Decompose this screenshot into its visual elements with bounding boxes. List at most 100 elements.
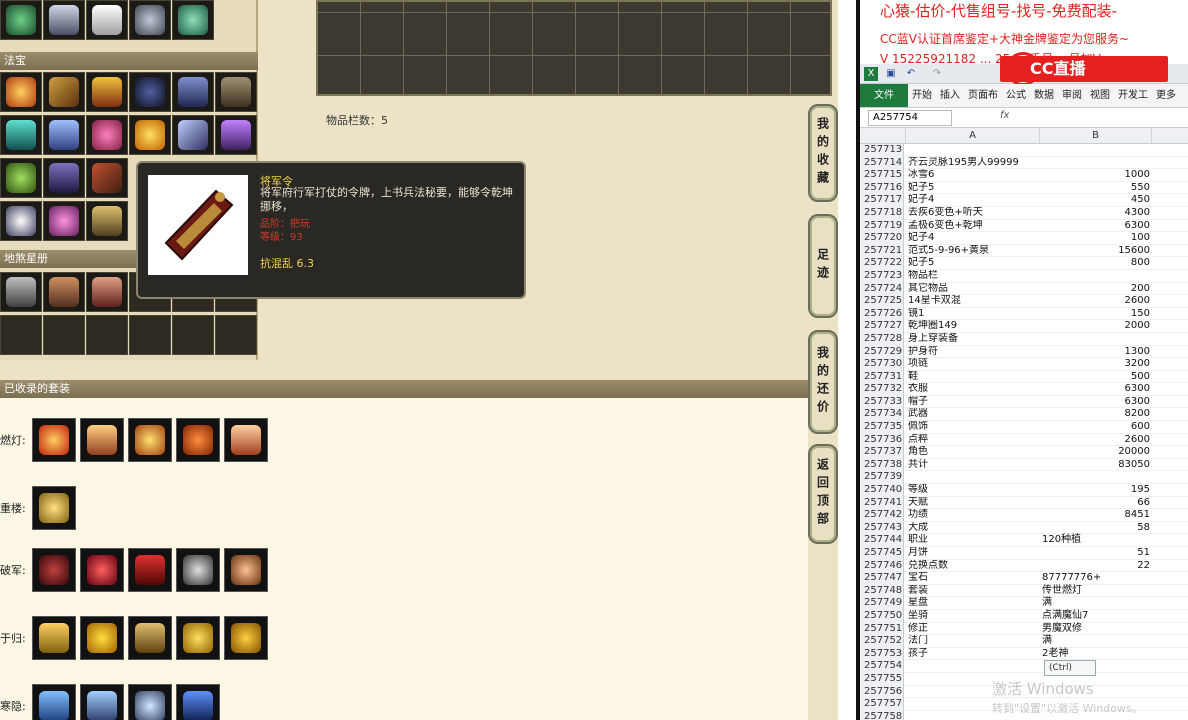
select-all-corner[interactable] — [860, 128, 906, 144]
row-number[interactable]: 257721 — [860, 244, 904, 258]
cell-a[interactable]: 点粹 — [906, 434, 1040, 447]
row-number[interactable]: 257732 — [860, 383, 904, 396]
card-slot[interactable] — [0, 272, 42, 312]
cell-b[interactable]: 4300 — [1040, 207, 1152, 220]
cell-b[interactable]: 2老神 — [1040, 648, 1152, 661]
cell-b[interactable]: 6300 — [1040, 220, 1152, 233]
cell-b[interactable]: 满 — [1040, 635, 1152, 648]
row-number[interactable]: 257751 — [860, 622, 904, 636]
empty-slot[interactable] — [215, 315, 257, 355]
item-slot[interactable] — [86, 0, 128, 40]
cell-b[interactable]: 500 — [1040, 371, 1152, 384]
row-number[interactable]: 257758 — [860, 710, 904, 720]
row-number[interactable]: 257734 — [860, 408, 904, 422]
row-number[interactable]: 257714 — [860, 156, 904, 170]
item-slot[interactable] — [86, 72, 128, 112]
cell-a[interactable]: 法门 — [906, 635, 1040, 648]
item-slot[interactable] — [0, 0, 42, 40]
item-slot[interactable] — [129, 115, 171, 155]
redo-icon[interactable]: ↷ — [930, 67, 944, 81]
cell-a[interactable]: 帽子 — [906, 396, 1040, 409]
item-slot[interactable] — [86, 115, 128, 155]
cell-b[interactable]: 20000 — [1040, 446, 1152, 459]
cell-a[interactable]: 冰雪6 — [906, 169, 1040, 182]
row-number[interactable]: 257719 — [860, 219, 904, 233]
cell-a[interactable]: 修正 — [906, 623, 1040, 636]
row-number[interactable]: 257724 — [860, 282, 904, 296]
set-item[interactable] — [32, 684, 76, 720]
row-number[interactable]: 257731 — [860, 370, 904, 384]
row-number[interactable]: 257729 — [860, 345, 904, 359]
row-number[interactable]: 257718 — [860, 206, 904, 220]
tab-back-to-top[interactable]: 返回顶部 — [808, 444, 838, 544]
row-number[interactable]: 257740 — [860, 484, 904, 497]
row-number[interactable]: 257730 — [860, 358, 904, 371]
cell-b[interactable]: 点满魔仙7 — [1040, 610, 1152, 623]
cell-b[interactable]: 200 — [1040, 283, 1152, 296]
tab-footprints[interactable]: 足迹 — [808, 214, 838, 318]
row-number[interactable]: 257741 — [860, 496, 904, 510]
cell-b[interactable]: 满 — [1040, 597, 1152, 610]
cell-a[interactable]: 乾坤圈149 — [906, 320, 1040, 333]
item-slot[interactable] — [43, 115, 85, 155]
row-number[interactable]: 257713 — [860, 144, 904, 157]
column-header-b[interactable]: B — [1040, 128, 1152, 144]
cell-b[interactable]: 83050 — [1040, 459, 1152, 472]
cell-a[interactable]: 范式5-9-96+黄泉 — [906, 245, 1040, 258]
item-slot[interactable] — [0, 115, 42, 155]
set-item[interactable] — [176, 684, 220, 720]
item-slot[interactable] — [172, 72, 214, 112]
set-item[interactable] — [32, 616, 76, 660]
cell-a[interactable]: 大成 — [906, 522, 1040, 535]
item-slot[interactable] — [0, 158, 42, 198]
cell-a[interactable]: 职业 — [906, 534, 1040, 547]
cell-b[interactable]: 1000 — [1040, 169, 1152, 182]
row-number[interactable]: 257715 — [860, 169, 904, 182]
tab-home[interactable]: 开始 — [908, 84, 936, 107]
row-number[interactable]: 257728 — [860, 332, 904, 346]
set-item[interactable] — [128, 418, 172, 462]
column-header-a[interactable]: A — [906, 128, 1040, 144]
cell-a[interactable]: 天赋 — [906, 497, 1040, 510]
cell-b[interactable]: 6300 — [1040, 396, 1152, 409]
card-slot[interactable] — [43, 272, 85, 312]
row-number[interactable]: 257756 — [860, 685, 904, 699]
cell-a[interactable]: 物品栏 — [906, 270, 1040, 283]
row-number[interactable]: 257752 — [860, 635, 904, 648]
tab-more[interactable]: 更多 — [1152, 84, 1180, 107]
set-item[interactable] — [176, 548, 220, 592]
set-item[interactable] — [224, 418, 268, 462]
item-slot[interactable] — [172, 0, 214, 40]
row-number[interactable]: 257723 — [860, 269, 904, 283]
cell-b[interactable]: 8451 — [1040, 509, 1152, 522]
cell-b[interactable]: 87777776+ — [1040, 572, 1152, 585]
cell-a[interactable]: 星盘 — [906, 597, 1040, 610]
item-slot[interactable] — [172, 115, 214, 155]
item-slot[interactable] — [0, 72, 42, 112]
cell-b[interactable]: 58 — [1040, 522, 1152, 535]
cell-a[interactable]: 妃子5 — [906, 257, 1040, 270]
cell-b[interactable]: 3200 — [1040, 358, 1152, 371]
page-scrollbar[interactable] — [838, 0, 856, 720]
tab-developer[interactable]: 开发工 — [1114, 84, 1152, 107]
cell-a[interactable]: 宝石 — [906, 572, 1040, 585]
tab-page-layout[interactable]: 页面布 — [964, 84, 1002, 107]
row-number[interactable]: 257755 — [860, 672, 904, 686]
tab-view[interactable]: 视图 — [1086, 84, 1114, 107]
item-slot[interactable] — [0, 201, 42, 241]
item-slot[interactable] — [43, 0, 85, 40]
cell-a[interactable]: 其它物品 — [906, 283, 1040, 296]
row-number[interactable]: 257747 — [860, 572, 904, 585]
set-item[interactable] — [128, 616, 172, 660]
set-item[interactable] — [32, 418, 76, 462]
item-slot[interactable] — [129, 72, 171, 112]
row-number[interactable]: 257754 — [860, 660, 904, 673]
cell-a[interactable]: 妃子5 — [906, 182, 1040, 195]
cell-a[interactable]: 孟极6变色+乾坤 — [906, 220, 1040, 233]
set-item[interactable] — [80, 548, 124, 592]
set-item[interactable] — [128, 684, 172, 720]
cell-b[interactable]: 1300 — [1040, 346, 1152, 359]
cell-a[interactable]: 齐云灵脉195男人99999 — [906, 157, 1040, 170]
row-number[interactable]: 257725 — [860, 295, 904, 308]
row-number[interactable]: 257733 — [860, 395, 904, 409]
